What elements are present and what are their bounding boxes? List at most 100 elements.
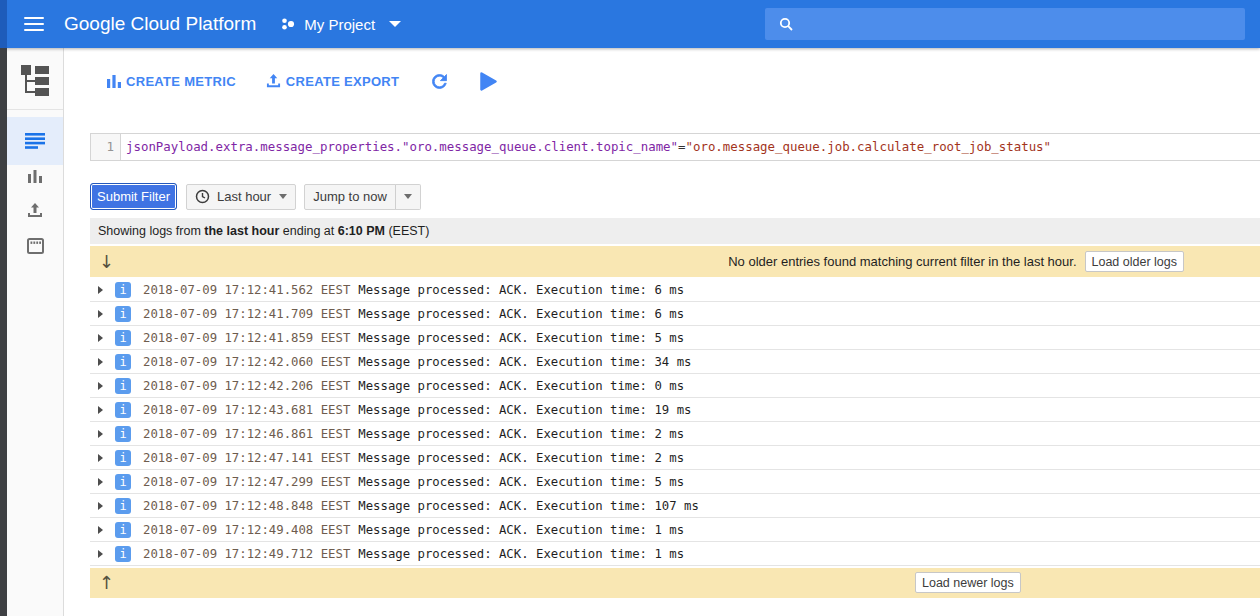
log-list: i 2018-07-09 17:12:41.562 EESTMessage pr… [90, 278, 1260, 566]
info-severity-icon: i [115, 306, 131, 322]
log-entry-row[interactable]: i 2018-07-09 17:12:42.206 EESTMessage pr… [90, 374, 1260, 398]
jump-to-now-label: Jump to now [313, 189, 387, 204]
resource-usage-icon [27, 238, 44, 254]
newer-logs-bar: ↑ Load newer logs [90, 568, 1260, 598]
info-severity-icon: i [115, 450, 131, 466]
window-edge-bottom [0, 48, 7, 616]
info-severity-icon: i [115, 282, 131, 298]
expand-triangle-icon[interactable] [98, 454, 103, 462]
log-timestamp: 2018-07-09 17:12:41.709 EEST [143, 307, 350, 321]
submit-filter-button[interactable]: Submit Filter [90, 183, 177, 210]
log-entry-row[interactable]: i 2018-07-09 17:12:46.861 EESTMessage pr… [90, 422, 1260, 446]
logs-toolbar: CREATE METRIC CREATE EXPORT [64, 48, 1260, 114]
logs-icon [25, 133, 45, 149]
status-bar: Showing logs from the last hour ending a… [90, 218, 1260, 244]
older-logs-message: No older entries found matching current … [728, 254, 1076, 269]
log-timestamp: 2018-07-09 17:12:47.141 EEST [143, 451, 350, 465]
sidebar [7, 48, 64, 616]
jump-to-now-button[interactable]: Jump to now [304, 184, 396, 210]
log-entry-row[interactable]: i 2018-07-09 17:12:41.859 EESTMessage pr… [90, 326, 1260, 350]
log-timestamp: 2018-07-09 17:12:42.060 EEST [143, 355, 350, 369]
log-message: Message processed: ACK. Execution time: … [358, 355, 691, 369]
window-edge-top [0, 0, 7, 48]
refresh-button[interactable] [429, 71, 450, 92]
jump-to-now-split-button: Jump to now [304, 184, 421, 210]
search-icon [779, 17, 794, 32]
log-message: Message processed: ACK. Execution time: … [358, 403, 691, 417]
create-export-label: CREATE EXPORT [286, 74, 399, 89]
info-severity-icon: i [115, 474, 131, 490]
log-message: Message processed: ACK. Execution time: … [358, 451, 684, 465]
info-severity-icon: i [115, 354, 131, 370]
expand-triangle-icon[interactable] [98, 550, 103, 558]
expand-triangle-icon[interactable] [98, 502, 103, 510]
expand-triangle-icon[interactable] [98, 406, 103, 414]
load-older-logs-button[interactable]: Load older logs [1085, 251, 1184, 272]
load-newer-logs-button[interactable]: Load newer logs [915, 572, 1021, 593]
info-severity-icon: i [115, 402, 131, 418]
log-entry-row[interactable]: i 2018-07-09 17:12:49.408 EESTMessage pr… [90, 518, 1260, 542]
line-number: 1 [91, 134, 121, 160]
filter-query-input[interactable]: jsonPayload.extra.message_properties."or… [121, 134, 1260, 160]
create-metric-button[interactable]: CREATE METRIC [107, 74, 236, 89]
info-severity-icon: i [115, 546, 131, 562]
sidebar-item-resources[interactable] [7, 228, 63, 263]
menu-icon[interactable] [24, 17, 44, 31]
log-message: Message processed: ACK. Execution time: … [358, 427, 684, 441]
chevron-down-icon [404, 194, 412, 199]
chevron-down-icon [389, 21, 401, 27]
jump-options-button[interactable] [395, 184, 421, 210]
log-message: Message processed: ACK. Execution time: … [358, 547, 684, 561]
log-entry-row[interactable]: i 2018-07-09 17:12:48.848 EESTMessage pr… [90, 494, 1260, 518]
bar-chart-icon [27, 169, 43, 183]
expand-triangle-icon[interactable] [98, 334, 103, 342]
expand-triangle-icon[interactable] [98, 358, 103, 366]
arrow-down-icon: ↓ [99, 251, 114, 272]
log-entry-row[interactable]: i 2018-07-09 17:12:49.712 EESTMessage pr… [90, 542, 1260, 566]
log-message: Message processed: ACK. Execution time: … [358, 523, 684, 537]
play-button[interactable] [480, 72, 497, 91]
sidebar-item-exports[interactable] [7, 193, 63, 228]
log-message: Message processed: ACK. Execution time: … [358, 307, 684, 321]
log-entry-row[interactable]: i 2018-07-09 17:12:43.681 EESTMessage pr… [90, 398, 1260, 422]
search-input[interactable] [765, 8, 1245, 40]
upload-icon [27, 203, 43, 219]
info-severity-icon: i [115, 426, 131, 442]
project-name: My Project [304, 16, 375, 33]
time-range-dropdown[interactable]: Last hour [186, 184, 296, 210]
export-icon [266, 74, 281, 89]
clock-icon [195, 189, 210, 204]
log-timestamp: 2018-07-09 17:12:42.206 EEST [143, 379, 350, 393]
expand-triangle-icon[interactable] [98, 382, 103, 390]
expand-triangle-icon[interactable] [98, 430, 103, 438]
log-entry-row[interactable]: i 2018-07-09 17:12:41.709 EEST Message pr… [90, 302, 1260, 326]
create-export-button[interactable]: CREATE EXPORT [266, 74, 399, 89]
refresh-icon [429, 71, 450, 92]
expand-triangle-icon[interactable] [98, 310, 103, 318]
log-message: Message processed: ACK. Execution time: … [358, 283, 684, 297]
log-timestamp: 2018-07-09 17:12:48.848 EEST [143, 499, 350, 513]
filter-query-box[interactable]: 1 jsonPayload.extra.message_properties."… [90, 133, 1260, 161]
log-timestamp: 2018-07-09 17:12:47.299 EEST [143, 475, 350, 489]
project-icon [280, 16, 296, 32]
app-header: Google Cloud Platform My Project [0, 0, 1260, 48]
log-entry-row[interactable]: i 2018-07-09 17:12:47.141 EEST Message pr… [90, 446, 1260, 470]
sidebar-item-metrics[interactable] [7, 158, 63, 193]
log-message: Message processed: ACK. Execution time: … [358, 499, 699, 513]
log-entry-row[interactable]: i 2018-07-09 17:12:42.060 EEST Message pr… [90, 350, 1260, 374]
metric-icon [107, 74, 121, 88]
log-timestamp: 2018-07-09 17:12:41.859 EEST [143, 331, 350, 345]
expand-triangle-icon[interactable] [98, 478, 103, 486]
info-severity-icon: i [115, 378, 131, 394]
project-switcher[interactable]: My Project [280, 16, 401, 33]
log-message: Message processed: ACK. Execution time: … [358, 475, 684, 489]
log-entry-row[interactable]: i 2018-07-09 17:12:47.299 EEST Message pr… [90, 470, 1260, 494]
filter-controls: Submit Filter Last hour Jump to now [90, 183, 1260, 210]
create-metric-label: CREATE METRIC [126, 74, 236, 89]
log-timestamp: 2018-07-09 17:12:49.408 EEST [143, 523, 350, 537]
logging-logo-icon[interactable] [7, 48, 63, 110]
expand-triangle-icon[interactable] [98, 286, 103, 294]
older-logs-bar: ↓ No older entries found matching curren… [90, 246, 1260, 277]
log-entry-row[interactable]: i 2018-07-09 17:12:41.562 EESTMessage pr… [90, 278, 1260, 302]
expand-triangle-icon[interactable] [98, 526, 103, 534]
